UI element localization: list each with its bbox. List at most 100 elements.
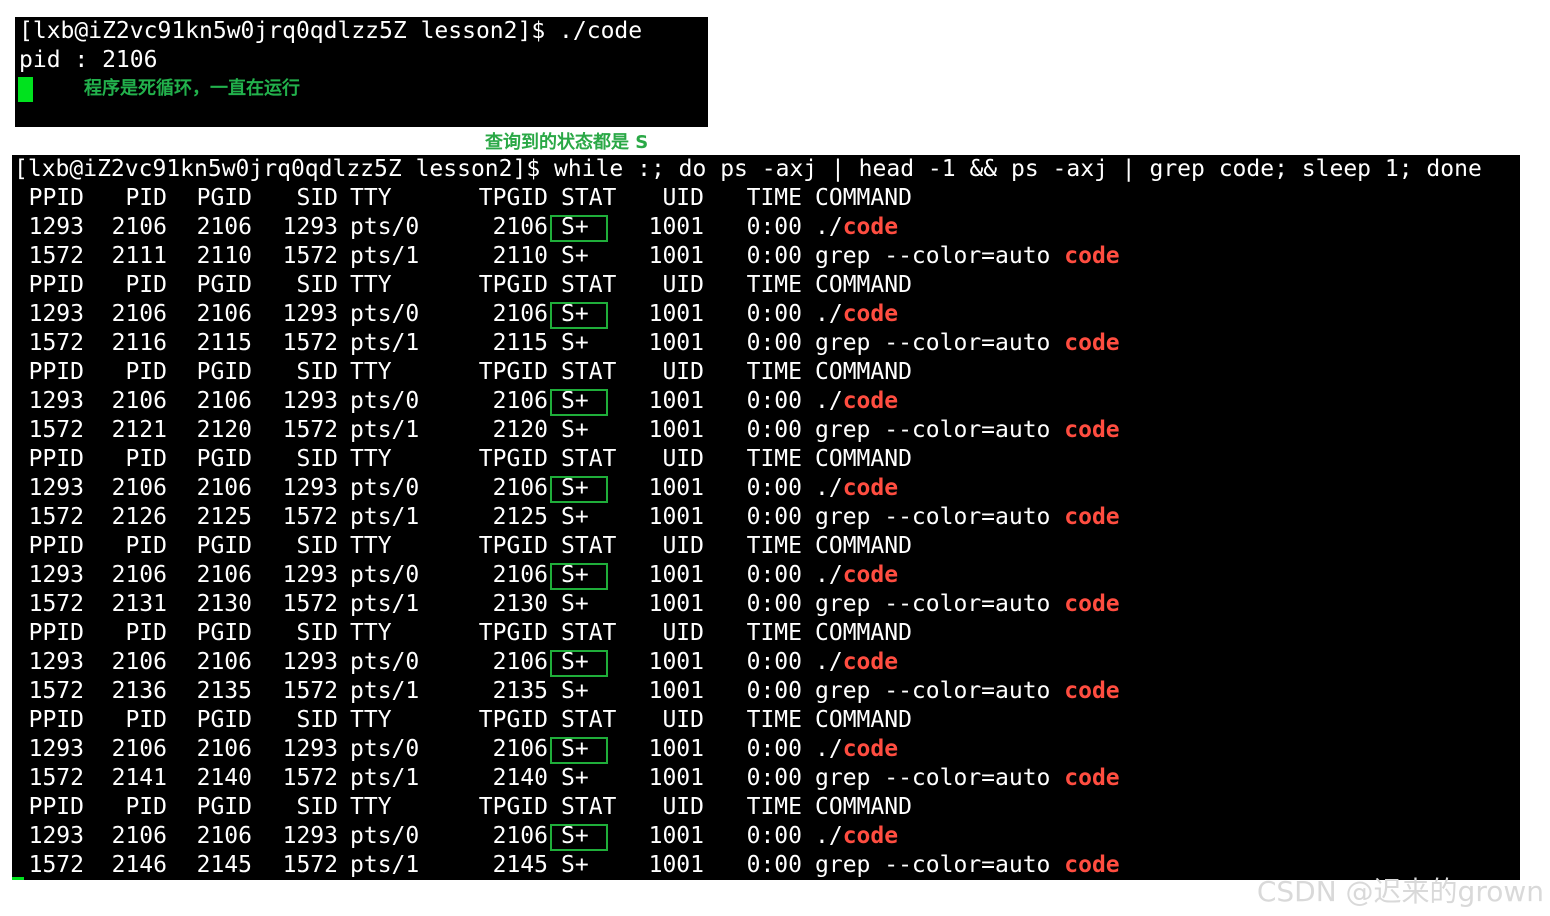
- command-text: COMMAND: [815, 185, 912, 211]
- cell-pid: PID: [125, 359, 167, 385]
- cell-uid: 1001: [648, 736, 704, 762]
- cell-sid: 1293: [282, 475, 338, 501]
- cell-uid: 1001: [648, 504, 704, 530]
- command-text: grep --color=auto: [815, 243, 1065, 269]
- command-highlight: code: [1064, 330, 1120, 356]
- command-highlight: code: [842, 736, 899, 762]
- cell-pid: PID: [125, 794, 167, 820]
- cell-time: TIME: [746, 794, 802, 820]
- cell-time: TIME: [746, 359, 802, 385]
- cell-time: 0:00: [746, 301, 802, 327]
- cell-time: 0:00: [746, 736, 802, 762]
- command-text: ./: [815, 388, 843, 414]
- cell-ppid: PPID: [28, 359, 84, 385]
- cell-stat: STAT: [561, 533, 617, 559]
- cell-sid: 1293: [282, 823, 338, 849]
- cell-sid: 1293: [282, 562, 338, 588]
- cell-command: COMMAND: [815, 358, 912, 387]
- cell-pgid: PGID: [196, 620, 252, 646]
- cell-tpgid: 2106: [492, 475, 548, 501]
- cell-command: ./code: [815, 387, 898, 416]
- command-text: COMMAND: [815, 272, 912, 298]
- cell-command: ./code: [815, 474, 898, 503]
- command-highlight: code: [1064, 417, 1120, 443]
- cell-pgid: 2106: [196, 736, 252, 762]
- cell-tty: pts/1: [350, 504, 420, 530]
- cell-tpgid: 2140: [492, 765, 548, 791]
- command-text: ./: [815, 301, 843, 327]
- cell-stat: S+: [561, 852, 589, 878]
- cell-pid: 2111: [111, 243, 167, 269]
- cell-uid: UID: [662, 359, 704, 385]
- command-text: ./: [815, 649, 843, 675]
- cell-pgid: 2106: [196, 649, 252, 675]
- cell-tpgid: 2106: [492, 736, 548, 762]
- ps-process-row: 1293 2106 2106 1293 pts/0 2106 S+ 1001 0:00 ./cod…: [12, 648, 1520, 677]
- cell-tty: pts/0: [350, 214, 420, 240]
- cell-tty: TTY: [350, 446, 392, 472]
- cell-pgid: 2130: [196, 591, 252, 617]
- cell-time: 0:00: [746, 504, 802, 530]
- cell-time: TIME: [746, 185, 802, 211]
- command-highlight: code: [1064, 504, 1120, 530]
- cell-tpgid: TPGID: [478, 272, 548, 298]
- cell-time: 0:00: [746, 852, 802, 878]
- cell-tpgid: 2130: [492, 591, 548, 617]
- cell-pgid: PGID: [196, 794, 252, 820]
- csdn-watermark: CSDN @迟来的grown: [1256, 875, 1544, 908]
- ps-grep-row: 1572 2121 2120 1572 pts/1 2120 S+ 1001 0:00 grep …: [12, 416, 1520, 445]
- cell-time: 0:00: [746, 562, 802, 588]
- cell-time: TIME: [746, 707, 802, 733]
- cell-pgid: 2125: [196, 504, 252, 530]
- cell-sid: 1572: [282, 417, 338, 443]
- cell-tpgid: 2145: [492, 852, 548, 878]
- cell-tpgid: TPGID: [478, 620, 548, 646]
- cell-command: grep --color=auto code: [815, 503, 1120, 532]
- cell-pgid: 2110: [196, 243, 252, 269]
- cell-sid: SID: [296, 707, 338, 733]
- command-text: grep --color=auto: [815, 330, 1065, 356]
- cell-ppid: PPID: [28, 794, 84, 820]
- cell-sid: 1293: [282, 736, 338, 762]
- terminal-cursor: [18, 77, 33, 102]
- cell-ppid: PPID: [28, 272, 84, 298]
- cell-sid: 1293: [282, 301, 338, 327]
- cell-ppid: 1572: [28, 330, 84, 356]
- cell-command: COMMAND: [815, 271, 912, 300]
- cell-stat: S+: [561, 330, 589, 356]
- cell-pid: PID: [125, 185, 167, 211]
- cell-pgid: 2106: [196, 388, 252, 414]
- cell-uid: 1001: [648, 475, 704, 501]
- cell-tty: pts/1: [350, 591, 420, 617]
- cell-stat: STAT: [561, 620, 617, 646]
- ps-header-row: PPID PID PGID SID TTY TPGID STAT UID TIME COMMAND: [12, 706, 1520, 735]
- state-annotation: 查询到的状态都是 S: [485, 132, 649, 153]
- ps-process-row: 1293 2106 2106 1293 pts/0 2106 S+ 1001 0:00 ./cod…: [12, 300, 1520, 329]
- terminal-pid-line: pid : 2106: [19, 47, 158, 73]
- cell-sid: SID: [296, 533, 338, 559]
- cell-uid: 1001: [648, 330, 704, 356]
- cell-pid: 2141: [111, 765, 167, 791]
- cell-time: 0:00: [746, 388, 802, 414]
- stat-highlight-box: [550, 563, 608, 590]
- cell-tpgid: 2106: [492, 823, 548, 849]
- cell-ppid: PPID: [28, 446, 84, 472]
- cell-time: TIME: [746, 446, 802, 472]
- terminal-run-line: [lxb@iZ2vc91kn5w0jrq0qdlzz5Z lesson2]$ .…: [19, 18, 643, 44]
- cell-command: grep --color=auto code: [815, 851, 1120, 880]
- cell-uid: UID: [662, 707, 704, 733]
- cell-ppid: PPID: [28, 185, 84, 211]
- cell-tpgid: 2120: [492, 417, 548, 443]
- cell-pgid: 2106: [196, 475, 252, 501]
- cell-pid: 2106: [111, 388, 167, 414]
- cell-pgid: 2140: [196, 765, 252, 791]
- command-text: ./: [815, 736, 843, 762]
- cell-pid: 2106: [111, 736, 167, 762]
- command-text: grep --color=auto: [815, 591, 1065, 617]
- bottom-terminal-window[interactable]: [lxb@iZ2vc91kn5w0jrq0qdlzz5Z lesson2]$ w…: [12, 155, 1520, 880]
- cell-command: grep --color=auto code: [815, 242, 1120, 271]
- top-terminal-window[interactable]: [lxb@iZ2vc91kn5w0jrq0qdlzz5Z lesson2]$ .…: [15, 17, 708, 127]
- cell-ppid: PPID: [28, 707, 84, 733]
- stat-highlight-box: [550, 476, 608, 503]
- command-highlight: code: [842, 823, 899, 849]
